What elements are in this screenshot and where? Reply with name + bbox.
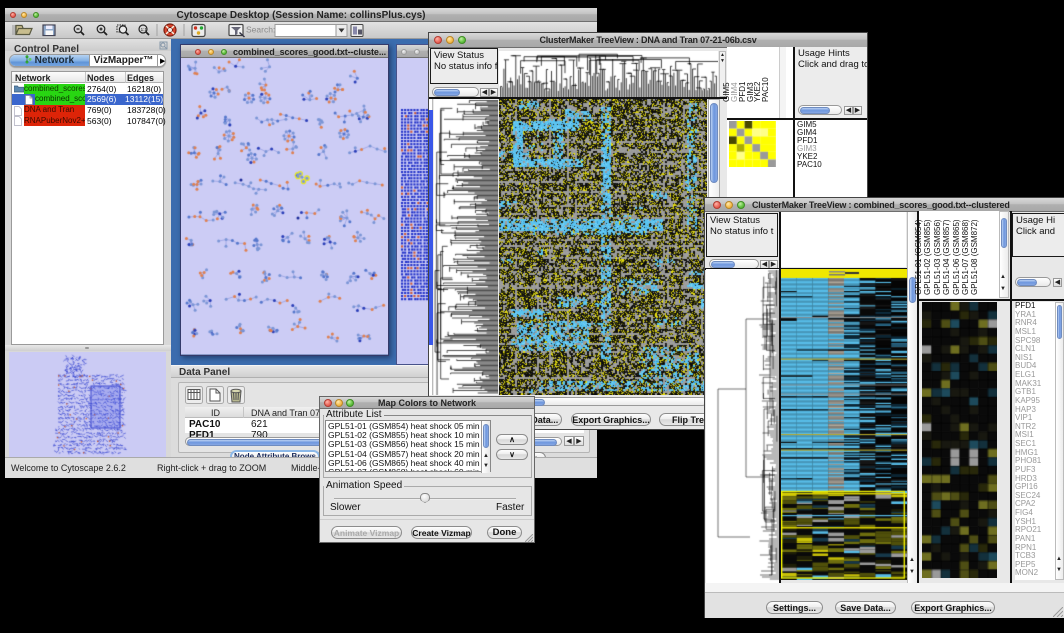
svg-text:Search:: Search: xyxy=(246,25,275,35)
svg-text:1:1: 1:1 xyxy=(141,27,148,32)
